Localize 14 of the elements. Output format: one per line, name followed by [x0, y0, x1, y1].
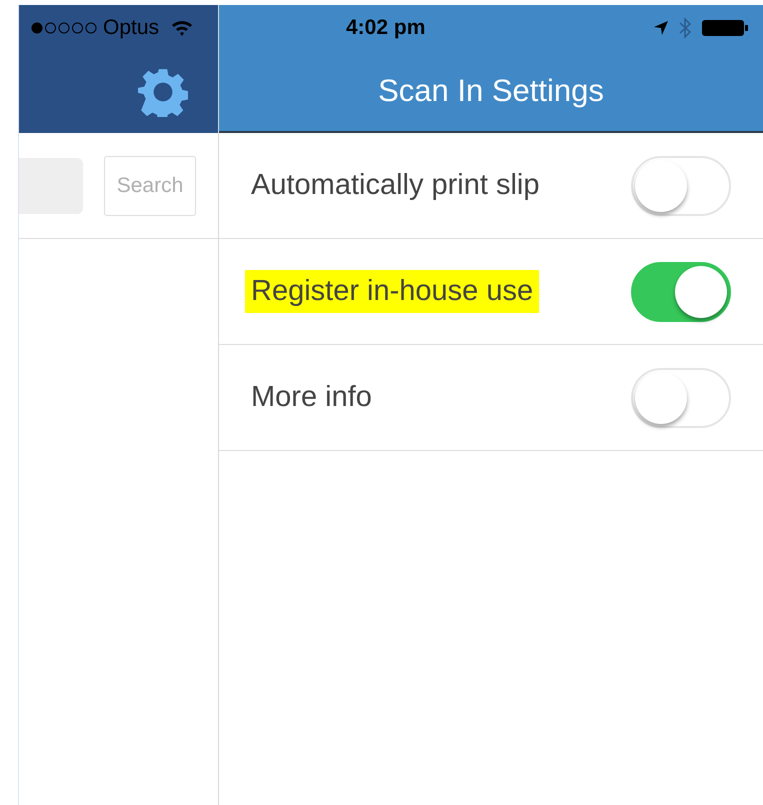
battery-icon [701, 18, 749, 38]
setting-label: Register in-house use [245, 270, 540, 314]
settings-icon[interactable] [138, 67, 188, 117]
setting-label: More info [251, 380, 372, 415]
search-button[interactable]: Search [104, 156, 196, 216]
location-arrow-icon [653, 20, 669, 36]
carrier-name: Optus [103, 15, 160, 42]
header-title: Scan In Settings [378, 72, 604, 110]
setting-label: Automatically print slip [251, 168, 540, 203]
status-time: 4:02 pm [346, 15, 426, 42]
signal-icon [31, 22, 99, 34]
wifi-icon [171, 19, 194, 37]
search-field[interactable] [19, 158, 83, 214]
bluetooth-icon [679, 17, 691, 39]
